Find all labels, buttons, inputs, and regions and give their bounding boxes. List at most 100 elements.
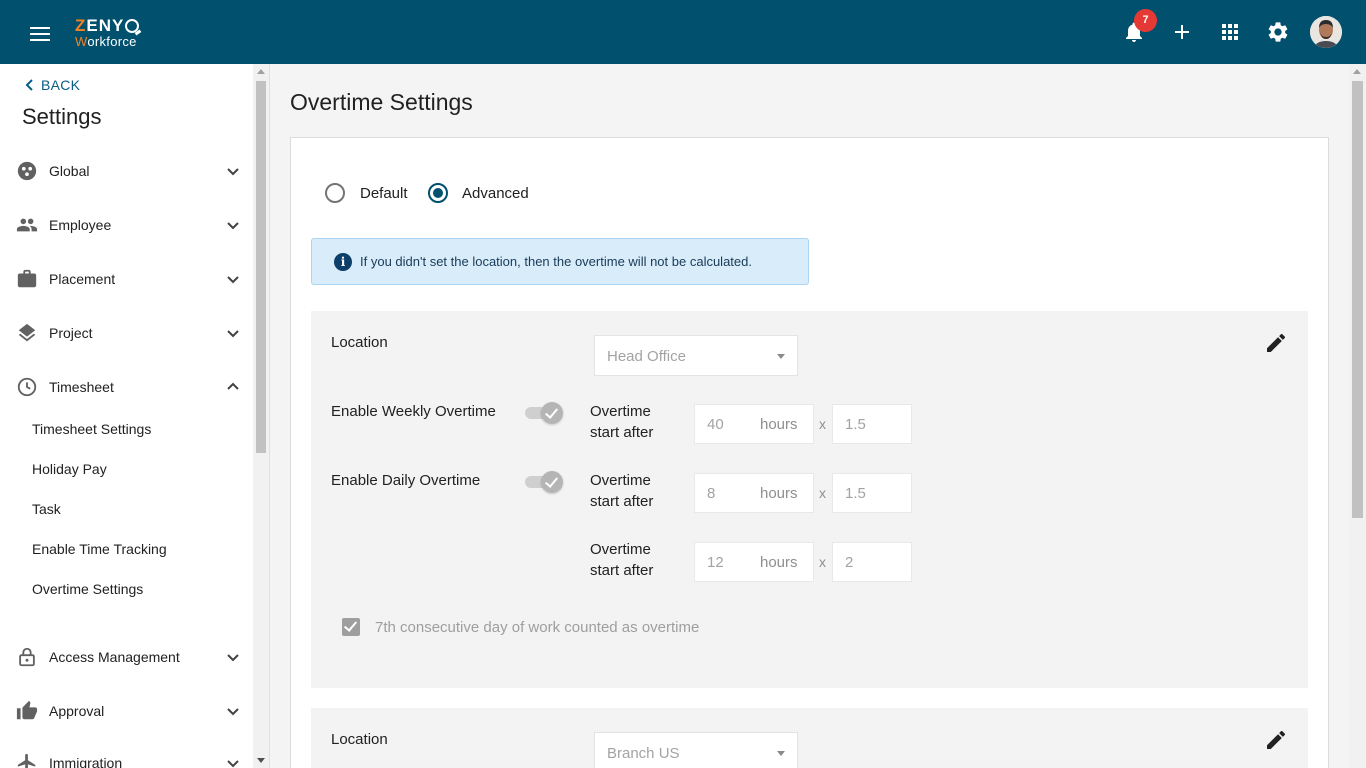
weekly-overtime-label: Enable Weekly Overtime	[331, 403, 496, 420]
multiplier-value: 1.5	[845, 485, 866, 502]
sidebar-subitem-enable-time-tracking[interactable]: Enable Time Tracking	[32, 541, 167, 557]
scroll-down-arrow-icon[interactable]	[257, 758, 265, 763]
logo-o-icon	[125, 18, 140, 33]
sidebar-item-label: Employee	[49, 217, 112, 233]
sidebar-subitem-timesheet-settings[interactable]: Timesheet Settings	[32, 421, 151, 437]
location-label: Location	[331, 731, 388, 748]
info-alert: i If you didn't set the location, then t…	[311, 238, 809, 285]
notification-count-badge: 7	[1134, 9, 1157, 32]
people-icon	[16, 218, 38, 232]
chevron-down-icon	[227, 276, 239, 284]
chevron-up-icon	[227, 382, 239, 390]
logo-letter: Z	[75, 16, 87, 35]
top-app-bar: Z ENY Workforce 7	[0, 0, 1366, 64]
globe-icon	[17, 161, 37, 181]
back-label: BACK	[41, 77, 81, 93]
sidebar-subitem-overtime-settings[interactable]: Overtime Settings	[32, 581, 143, 597]
multiplier-value: 1.5	[845, 416, 866, 433]
logo-sub-letter: W	[75, 34, 88, 49]
sidebar-item-placement[interactable]: Placement	[0, 259, 253, 299]
ot-line-1: Overtime	[590, 541, 651, 558]
scrollbar-thumb[interactable]	[256, 81, 266, 453]
daily-overtime-toggle[interactable]	[525, 471, 563, 493]
ot-line-1: Overtime	[590, 403, 651, 420]
sidebar-item-approval[interactable]: Approval	[0, 691, 253, 731]
sidebar-item-label: Global	[49, 163, 90, 179]
sidebar-divider	[269, 64, 270, 768]
multiplier-value: 2	[845, 554, 854, 571]
daily-double-hours-input[interactable]: 12 hours	[694, 542, 814, 582]
layers-icon	[18, 323, 36, 342]
radio-advanced[interactable]	[428, 183, 448, 203]
chevron-down-icon	[227, 654, 239, 662]
hours-value: 40	[707, 416, 724, 433]
gear-icon[interactable]	[1266, 20, 1290, 44]
sidebar-scrollbar[interactable]	[253, 64, 269, 768]
clock-icon	[17, 377, 37, 397]
chevron-down-icon	[227, 330, 239, 338]
sidebar-item-immigration[interactable]: Immigration	[0, 743, 253, 768]
user-avatar[interactable]	[1310, 16, 1342, 48]
chevron-down-icon	[227, 760, 239, 768]
scroll-up-arrow-icon[interactable]	[257, 69, 265, 74]
sidebar-item-label: Project	[49, 325, 93, 341]
chevron-left-icon	[25, 79, 33, 91]
seventh-day-label[interactable]: 7th consecutive day of work counted as o…	[375, 619, 699, 636]
sidebar-item-label: Timesheet	[49, 379, 114, 395]
sidebar-item-timesheet[interactable]: Timesheet	[0, 367, 253, 407]
multiply-symbol: x	[819, 416, 826, 432]
scrollbar-thumb[interactable]	[1352, 81, 1363, 518]
sidebar-item-access-management[interactable]: Access Management	[0, 637, 253, 677]
edit-pencil-icon[interactable]	[1264, 331, 1288, 355]
sidebar-item-project[interactable]: Project	[0, 313, 253, 353]
radio-default[interactable]	[325, 183, 345, 203]
location-select[interactable]: Branch US	[594, 732, 798, 768]
dropdown-caret-icon	[777, 751, 785, 756]
sidebar-title: Settings	[22, 104, 102, 129]
edit-pencil-icon[interactable]	[1264, 728, 1288, 752]
radio-default-label[interactable]: Default	[360, 185, 408, 202]
thumbs-up-icon	[16, 700, 38, 720]
ot-line-2: start after	[590, 562, 654, 579]
overtime-start-label: Overtime start after	[590, 401, 653, 443]
app-logo[interactable]: Z ENY Workforce	[75, 16, 140, 49]
sidebar-item-global[interactable]: Global	[0, 151, 253, 191]
back-link[interactable]: BACK	[25, 77, 80, 93]
apps-grid-icon[interactable]	[1218, 20, 1242, 44]
location-select-value: Branch US	[607, 745, 680, 762]
sidebar-item-employee[interactable]: Employee	[0, 205, 253, 245]
daily-hours-input[interactable]: 8 hours	[694, 473, 814, 513]
dropdown-caret-icon	[777, 354, 785, 359]
location-select[interactable]: Head Office	[594, 335, 798, 376]
scroll-up-arrow-icon[interactable]	[1353, 69, 1361, 74]
radio-advanced-label[interactable]: Advanced	[462, 185, 529, 202]
logo-text: ENY	[86, 16, 125, 35]
seventh-day-checkbox[interactable]	[342, 618, 360, 636]
sidebar-subitem-holiday-pay[interactable]: Holiday Pay	[32, 461, 107, 477]
add-icon[interactable]	[1170, 20, 1194, 44]
hours-unit: hours	[760, 554, 798, 571]
main-scrollbar[interactable]	[1349, 64, 1366, 768]
hours-value: 8	[707, 485, 716, 502]
daily-double-multiplier-input[interactable]: 2	[832, 542, 912, 582]
briefcase-icon	[17, 269, 37, 288]
menu-icon[interactable]	[30, 27, 50, 41]
sidebar-subitem-task[interactable]: Task	[32, 501, 61, 517]
weekly-hours-input[interactable]: 40 hours	[694, 404, 814, 444]
overtime-start-label: Overtime start after	[590, 470, 653, 512]
daily-multiplier-input[interactable]: 1.5	[832, 473, 912, 513]
weekly-multiplier-input[interactable]: 1.5	[832, 404, 912, 444]
sidebar-item-label: Access Management	[49, 649, 180, 665]
location-select-value: Head Office	[607, 348, 686, 365]
sidebar-item-label: Placement	[49, 271, 116, 287]
chevron-down-icon	[227, 222, 239, 230]
multiply-symbol: x	[819, 485, 826, 501]
overtime-start-label: Overtime start after	[590, 539, 653, 581]
location-panel	[311, 708, 1308, 768]
hours-unit: hours	[760, 416, 798, 433]
multiply-symbol: x	[819, 554, 826, 570]
logo-sub-text: orkforce	[87, 34, 137, 49]
weekly-overtime-toggle[interactable]	[525, 402, 563, 424]
ot-line-1: Overtime	[590, 472, 651, 489]
page-title: Overtime Settings	[290, 89, 473, 115]
